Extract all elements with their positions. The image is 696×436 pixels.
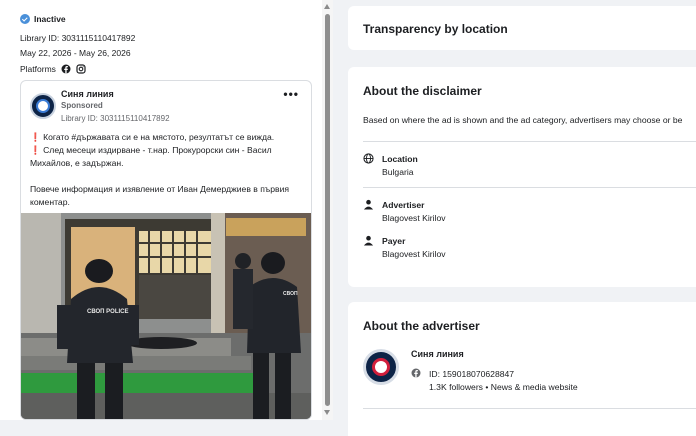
ad-line-1: Когато #държавата си е на мястото, резул… — [43, 132, 275, 142]
payer-label: Payer — [382, 236, 406, 246]
transparency-card[interactable]: Transparency by location — [348, 6, 696, 50]
facebook-icon — [61, 64, 71, 74]
advertiser-id: ID: 159018070628847 — [429, 369, 515, 379]
payer-value: Blagovest Kirilov — [382, 249, 446, 259]
more-options-button[interactable]: ••• — [283, 87, 299, 101]
ad-body-text: ❗ Когато #държавата си е на мястото, рез… — [30, 131, 306, 209]
ad-line-3: Повече информация и изявление от Иван Де… — [30, 184, 290, 207]
disclaimer-title: About the disclaimer — [363, 84, 482, 98]
advertiser-card: About the advertiser Синя линия ID: 1590… — [348, 302, 696, 436]
exclamation-icon: ❗ — [30, 145, 41, 155]
advertiser-label: Advertiser — [382, 200, 425, 210]
disclaimer-description: Based on where the ad is shown and the a… — [363, 115, 683, 125]
person-icon — [363, 199, 374, 210]
ad-preview-card: Синя линия Sponsored Library ID: 3031115… — [20, 80, 312, 420]
location-label: Location — [382, 154, 418, 164]
library-id: Library ID: 3031115110417892 — [20, 33, 136, 43]
platforms-label: Platforms — [20, 64, 56, 74]
advertiser-name[interactable]: Синя линия — [411, 349, 464, 359]
globe-icon — [363, 153, 374, 164]
advertiser-title: About the advertiser — [363, 319, 480, 333]
inactive-check-icon — [20, 14, 30, 24]
scroll-up-arrow-icon[interactable] — [324, 4, 330, 9]
platforms-row: Platforms — [20, 64, 86, 74]
disclaimer-card: About the disclaimer Based on where the … — [348, 67, 696, 287]
advertiser-avatar[interactable] — [363, 349, 399, 385]
exclamation-icon: ❗ — [30, 132, 41, 142]
divider — [363, 187, 696, 188]
transparency-title[interactable]: Transparency by location — [363, 22, 508, 36]
advertiser-value: Blagovest Kirilov — [382, 213, 446, 223]
police-vest-label: СВОП POLICE — [87, 309, 129, 315]
divider — [363, 141, 696, 142]
ad-details-panel: Inactive Library ID: 3031115110417892 Ma… — [0, 0, 333, 420]
page-name[interactable]: Синя линия — [61, 89, 114, 99]
arrest-photo: СВОП POLICE СВОП — [21, 213, 311, 419]
status-label: Inactive — [34, 14, 66, 24]
facebook-icon — [411, 368, 421, 378]
page-avatar[interactable] — [30, 93, 56, 119]
card-library-id: Library ID: 3031115110417892 — [61, 114, 170, 123]
ad-dates: May 22, 2026 - May 26, 2026 — [20, 48, 131, 58]
svg-text:СВОП: СВОП — [283, 291, 298, 297]
ad-image[interactable]: СВОП POLICE СВОП — [21, 213, 311, 419]
scroll-down-arrow-icon[interactable] — [324, 410, 330, 415]
ad-line-2: След месеци издирване - т.нар. Прокурорс… — [30, 145, 272, 168]
scrollbar-thumb[interactable] — [325, 14, 330, 406]
location-value: Bulgaria — [382, 167, 414, 177]
instagram-icon — [76, 64, 86, 74]
divider — [363, 408, 696, 409]
person-icon — [363, 235, 374, 246]
status-badge: Inactive — [20, 14, 66, 24]
advertiser-followers: 1.3K followers • News & media website — [429, 382, 578, 392]
sponsored-label: Sponsored — [61, 101, 103, 110]
